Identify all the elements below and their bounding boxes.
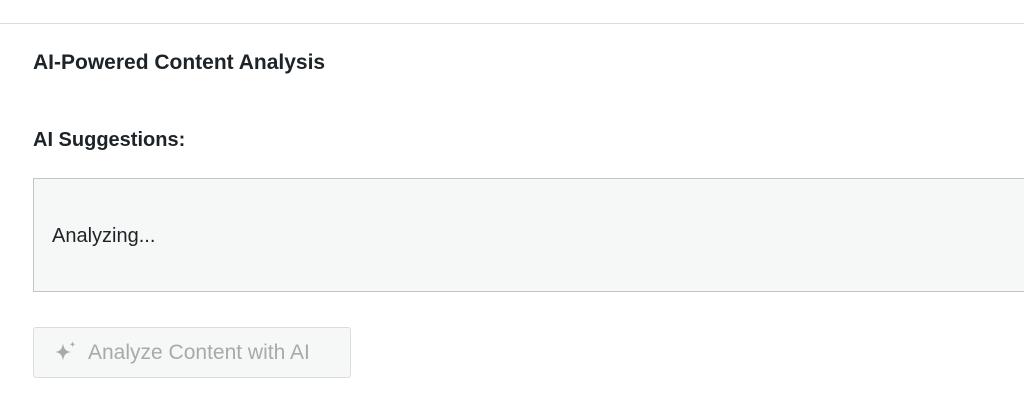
panel-title: AI-Powered Content Analysis (33, 51, 326, 74)
sparkle-icon (51, 339, 79, 367)
ai-suggestions-status: Analyzing... (52, 225, 156, 247)
analyze-content-button[interactable]: Analyze Content with AI (33, 327, 351, 378)
ai-suggestions-label: AI Suggestions: (33, 129, 186, 151)
ai-suggestions-box: Analyzing... (33, 178, 1024, 292)
analyze-content-button-label: Analyze Content with AI (88, 340, 310, 364)
top-divider (0, 23, 1024, 24)
ai-content-analysis-panel: AI-Powered Content Analysis AI Suggestio… (0, 0, 1024, 400)
